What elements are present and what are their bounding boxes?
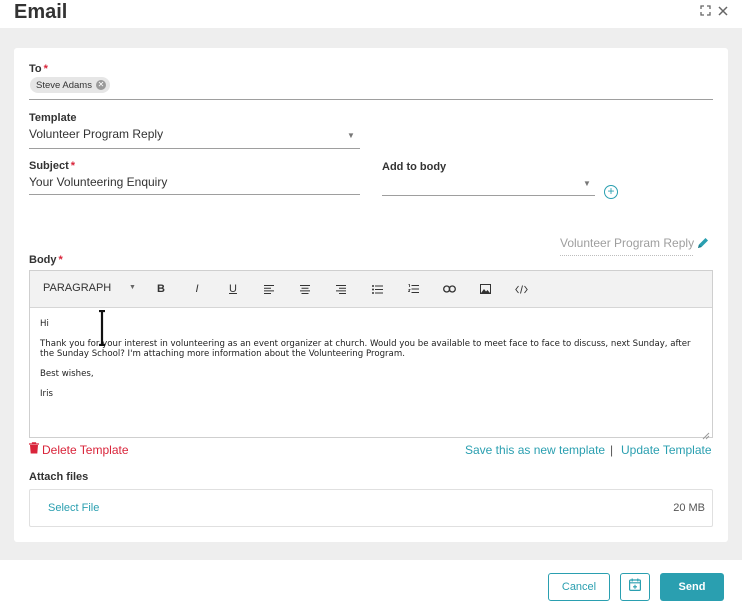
delete-template-label: Delete Template — [42, 442, 129, 457]
recipient-chip[interactable]: Steve Adams ✕ — [30, 77, 110, 93]
to-field-underline[interactable] — [29, 99, 713, 100]
save-new-template-link[interactable]: Save this as new template — [465, 443, 605, 457]
send-button[interactable]: Send — [660, 573, 724, 601]
expand-icon[interactable] — [700, 5, 711, 19]
body-label: Body * — [29, 254, 63, 266]
attach-dropzone[interactable]: Select File 20 MB — [29, 489, 713, 527]
subject-underline — [29, 194, 360, 195]
trash-icon — [29, 442, 39, 457]
template-label: Template — [29, 112, 77, 124]
align-right-icon[interactable] — [333, 281, 349, 297]
to-label: To * — [29, 63, 48, 75]
code-icon[interactable] — [513, 281, 529, 297]
image-icon[interactable] — [477, 281, 493, 297]
body-editor[interactable]: PARAGRAPH ▼ B I U Hi Thank you for your … — [29, 270, 713, 440]
bold-button[interactable]: B — [153, 281, 169, 297]
paragraph-dropdown-icon[interactable]: ▼ — [129, 284, 136, 291]
template-dropdown-icon[interactable]: ▼ — [347, 131, 355, 140]
template-underline — [29, 148, 360, 149]
text-cursor-icon — [97, 309, 107, 347]
header-actions — [700, 5, 728, 19]
add-to-body-dropdown-icon[interactable]: ▼ — [583, 179, 591, 188]
body-line: Hi — [40, 319, 49, 329]
template-name-underline — [560, 255, 693, 256]
add-circle-icon[interactable]: + — [604, 185, 618, 199]
update-template-link[interactable]: Update Template — [621, 443, 712, 457]
add-to-body-select[interactable] — [382, 178, 582, 192]
link-icon[interactable] — [441, 281, 457, 297]
subject-input[interactable]: Your Volunteering Enquiry — [29, 175, 167, 189]
editor-toolbar: PARAGRAPH ▼ B I U — [30, 271, 712, 308]
numbered-list-icon[interactable] — [405, 281, 421, 297]
dialog-title: Email — [14, 1, 68, 23]
body-line: Best wishes, — [40, 369, 94, 379]
paragraph-format-select[interactable]: PARAGRAPH — [43, 282, 111, 294]
recipient-name: Steve Adams — [36, 79, 92, 91]
add-to-body-label: Add to body — [382, 161, 447, 173]
pencil-icon[interactable] — [696, 236, 710, 250]
align-left-icon[interactable] — [261, 281, 277, 297]
close-icon[interactable] — [718, 5, 728, 19]
dialog-header: Email — [0, 0, 742, 28]
calendar-icon — [629, 578, 642, 596]
subject-label: Subject * — [29, 160, 76, 172]
cancel-button[interactable]: Cancel — [548, 573, 610, 601]
bullet-list-icon[interactable] — [369, 281, 385, 297]
editor-content[interactable]: Hi Thank you for your interest in volunt… — [40, 319, 704, 409]
italic-button[interactable]: I — [189, 281, 205, 297]
schedule-send-button[interactable] — [620, 573, 650, 601]
add-to-body-underline — [382, 195, 595, 196]
body-template-name: Volunteer Program Reply — [560, 236, 695, 250]
underline-button[interactable]: U — [225, 281, 241, 297]
remove-recipient-icon[interactable]: ✕ — [95, 80, 106, 90]
attach-files-label: Attach files — [29, 471, 89, 483]
link-separator: | — [610, 443, 614, 457]
body-line: Thank you for your interest in volunteer… — [40, 339, 691, 359]
delete-template-button[interactable]: Delete Template — [29, 442, 129, 457]
select-file-link[interactable]: Select File — [48, 502, 99, 514]
template-select[interactable]: Volunteer Program Reply — [29, 127, 163, 141]
size-limit: 20 MB — [673, 502, 705, 514]
align-center-icon[interactable] — [297, 281, 313, 297]
resize-handle-icon[interactable] — [702, 427, 710, 440]
body-line: Iris — [40, 389, 53, 399]
